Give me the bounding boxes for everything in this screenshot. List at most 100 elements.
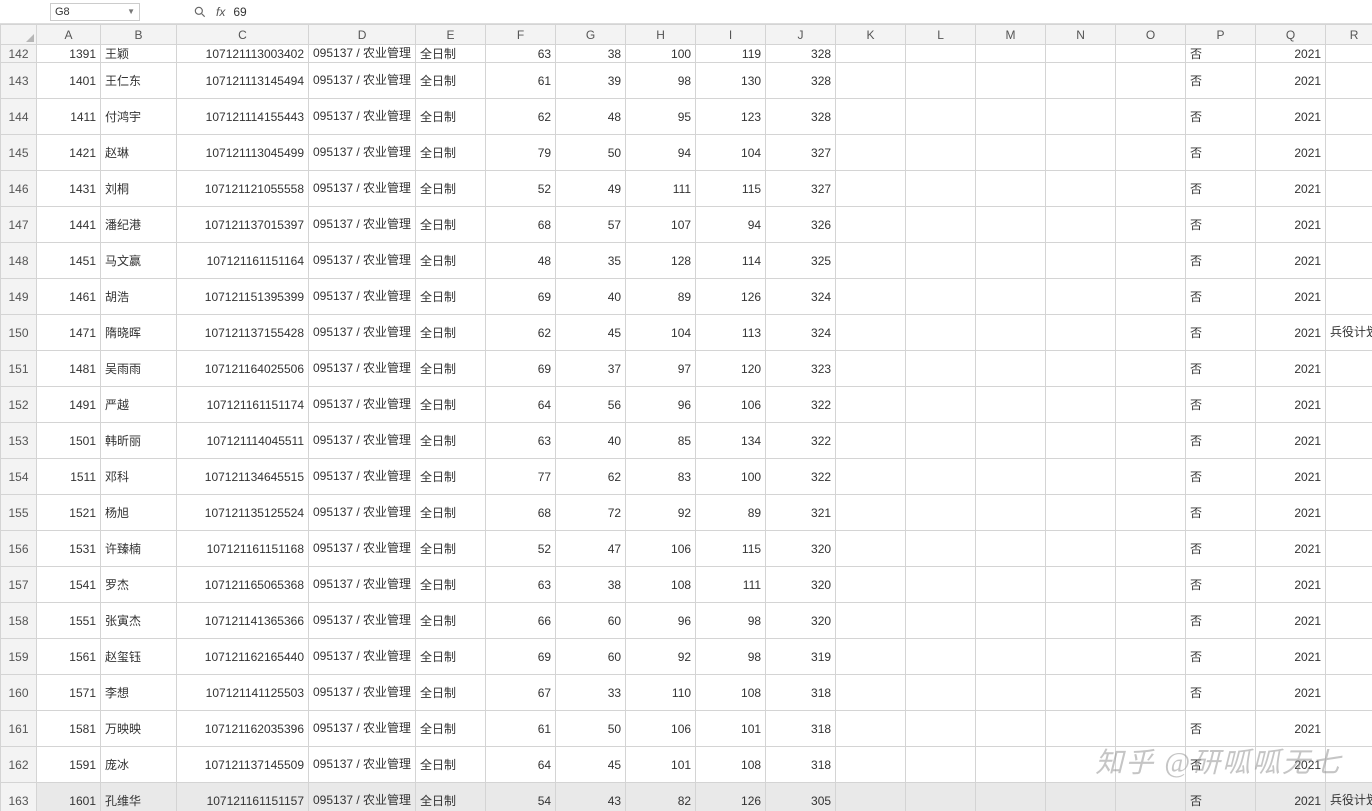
cell[interactable]: 62 [556, 459, 626, 495]
cell[interactable]: 107121114045511 [177, 423, 309, 459]
cell[interactable]: 318 [766, 711, 836, 747]
cell[interactable] [1046, 531, 1116, 567]
cell[interactable]: 120 [696, 351, 766, 387]
cell[interactable]: 107121151395399 [177, 279, 309, 315]
cell[interactable] [1116, 315, 1186, 351]
cell[interactable]: 327 [766, 135, 836, 171]
cell[interactable]: 2021 [1256, 351, 1326, 387]
cell[interactable] [836, 315, 906, 351]
cell[interactable] [1046, 747, 1116, 783]
row-header[interactable]: 144 [1, 99, 37, 135]
row-header[interactable]: 146 [1, 171, 37, 207]
cell[interactable]: 69 [486, 639, 556, 675]
cell[interactable] [976, 783, 1046, 811]
row-header[interactable]: 151 [1, 351, 37, 387]
cell[interactable]: 45 [556, 315, 626, 351]
cell[interactable]: 107121165065368 [177, 567, 309, 603]
cell[interactable]: 全日制 [416, 135, 486, 171]
cell[interactable]: 43 [556, 783, 626, 811]
cell[interactable]: 2021 [1256, 423, 1326, 459]
cell[interactable] [1046, 639, 1116, 675]
cell[interactable]: 119 [696, 45, 766, 63]
cell[interactable]: 33 [556, 675, 626, 711]
row-header[interactable]: 157 [1, 567, 37, 603]
cell[interactable]: 62 [486, 315, 556, 351]
cell[interactable] [906, 567, 976, 603]
cell[interactable]: 38 [556, 45, 626, 63]
cell[interactable] [1046, 423, 1116, 459]
cell[interactable]: 305 [766, 783, 836, 811]
cell[interactable]: 095137 / 农业管理 [309, 783, 416, 811]
cell[interactable]: 107121134645515 [177, 459, 309, 495]
cell[interactable] [1116, 135, 1186, 171]
cell[interactable] [1326, 351, 1372, 387]
cell[interactable]: 全日制 [416, 387, 486, 423]
cell[interactable] [976, 531, 1046, 567]
cell[interactable]: 107121137015397 [177, 207, 309, 243]
cell[interactable]: 否 [1186, 783, 1256, 811]
cell[interactable]: 1391 [37, 45, 101, 63]
cell[interactable] [976, 711, 1046, 747]
cell[interactable]: 128 [626, 243, 696, 279]
cell[interactable]: 095137 / 农业管理 [309, 675, 416, 711]
cell[interactable] [1046, 279, 1116, 315]
cell[interactable] [1046, 495, 1116, 531]
cell[interactable] [976, 171, 1046, 207]
cell[interactable]: 48 [486, 243, 556, 279]
cell[interactable]: 107 [626, 207, 696, 243]
cell[interactable]: 107121162165440 [177, 639, 309, 675]
cell[interactable] [836, 675, 906, 711]
cell[interactable]: 全日制 [416, 423, 486, 459]
row-header[interactable]: 158 [1, 603, 37, 639]
cell[interactable] [1116, 675, 1186, 711]
cell[interactable]: 92 [626, 639, 696, 675]
cell[interactable] [1116, 387, 1186, 423]
cell[interactable]: 69 [486, 351, 556, 387]
cell[interactable]: 全日制 [416, 351, 486, 387]
cell[interactable]: 全日制 [416, 603, 486, 639]
cell[interactable]: 94 [626, 135, 696, 171]
cell[interactable] [906, 783, 976, 811]
cell[interactable]: 1441 [37, 207, 101, 243]
cell[interactable]: 王颖 [101, 45, 177, 63]
cell[interactable] [836, 711, 906, 747]
cell[interactable]: 323 [766, 351, 836, 387]
cell[interactable] [1326, 603, 1372, 639]
cell[interactable]: 2021 [1256, 495, 1326, 531]
cell[interactable] [836, 135, 906, 171]
cell[interactable] [1326, 639, 1372, 675]
cell[interactable]: 1531 [37, 531, 101, 567]
cell[interactable]: 095137 / 农业管理 [309, 45, 416, 63]
col-header-I[interactable]: I [696, 25, 766, 45]
col-header-P[interactable]: P [1186, 25, 1256, 45]
cell[interactable] [1326, 135, 1372, 171]
cell[interactable]: 319 [766, 639, 836, 675]
cell[interactable] [976, 279, 1046, 315]
cell[interactable] [1326, 567, 1372, 603]
cell[interactable] [836, 603, 906, 639]
cell[interactable]: 潘纪港 [101, 207, 177, 243]
cell[interactable]: 107121137145509 [177, 747, 309, 783]
cell[interactable]: 64 [486, 387, 556, 423]
row-header[interactable]: 163 [1, 783, 37, 811]
cell[interactable] [906, 675, 976, 711]
cell[interactable]: 320 [766, 567, 836, 603]
cell[interactable]: 324 [766, 279, 836, 315]
cell[interactable]: 134 [696, 423, 766, 459]
cell[interactable]: 126 [696, 279, 766, 315]
cell[interactable] [836, 387, 906, 423]
cell[interactable]: 095137 / 农业管理 [309, 99, 416, 135]
cell[interactable]: 47 [556, 531, 626, 567]
cell[interactable]: 否 [1186, 207, 1256, 243]
cell[interactable] [1326, 243, 1372, 279]
cell[interactable]: 2021 [1256, 243, 1326, 279]
cell[interactable]: 1561 [37, 639, 101, 675]
row-header[interactable]: 142 [1, 45, 37, 63]
col-header-G[interactable]: G [556, 25, 626, 45]
col-header-E[interactable]: E [416, 25, 486, 45]
cell[interactable]: 54 [486, 783, 556, 811]
cell[interactable]: 全日制 [416, 315, 486, 351]
cell[interactable] [906, 603, 976, 639]
cell[interactable]: 114 [696, 243, 766, 279]
row-header[interactable]: 161 [1, 711, 37, 747]
